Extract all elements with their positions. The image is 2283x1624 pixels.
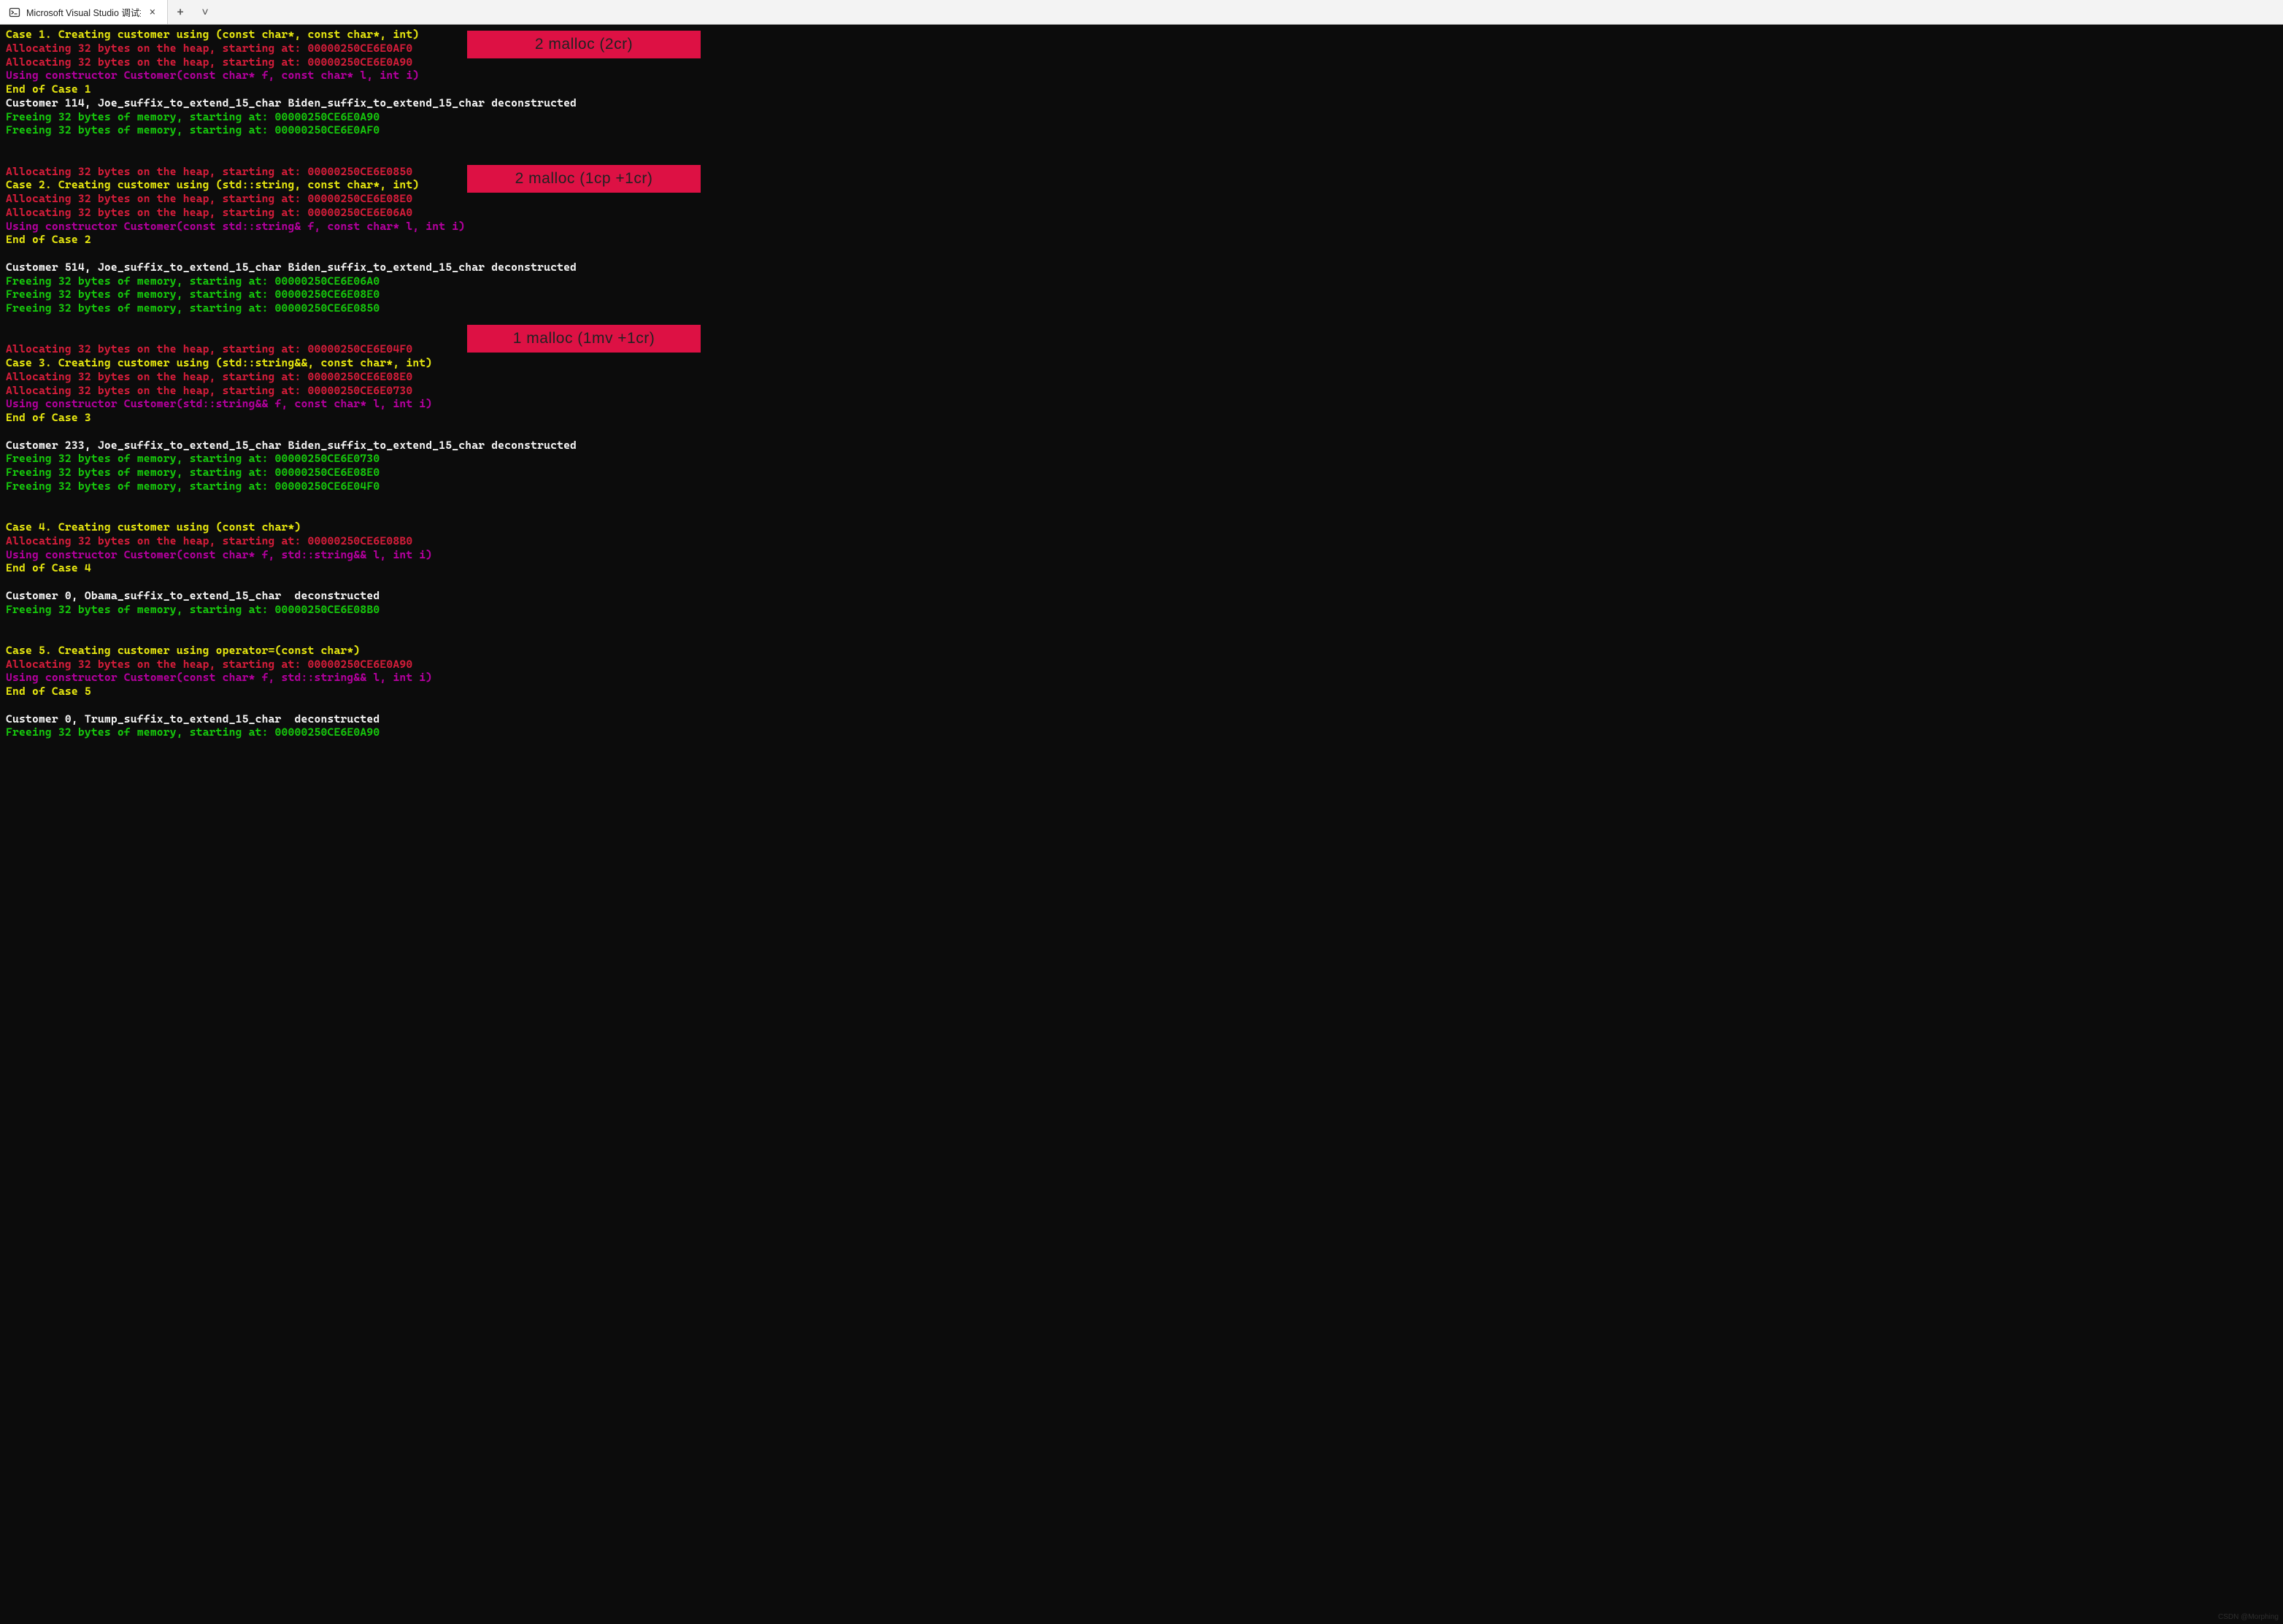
console-line: Freeing 32 bytes of memory, starting at:… bbox=[6, 452, 2277, 466]
console-line: Case 2. Creating customer using (std::st… bbox=[6, 178, 2277, 192]
console-line: Freeing 32 bytes of memory, starting at:… bbox=[6, 110, 2277, 124]
active-tab[interactable]: Microsoft Visual Studio 调试控 × bbox=[0, 0, 168, 24]
console-line bbox=[6, 493, 2277, 507]
console-line: Freeing 32 bytes of memory, starting at:… bbox=[6, 301, 2277, 315]
console-line: Freeing 32 bytes of memory, starting at:… bbox=[6, 123, 2277, 137]
console-line: Using constructor Customer(const char* f… bbox=[6, 69, 2277, 82]
console-line bbox=[6, 151, 2277, 165]
console-line: Customer 233, Joe_suffix_to_extend_15_ch… bbox=[6, 439, 2277, 453]
console-line: Allocating 32 bytes on the heap, startin… bbox=[6, 165, 2277, 179]
console-line: Freeing 32 bytes of memory, starting at:… bbox=[6, 288, 2277, 301]
console-line: End of Case 5 bbox=[6, 685, 2277, 699]
console-line: Allocating 32 bytes on the heap, startin… bbox=[6, 42, 2277, 55]
console-line bbox=[6, 329, 2277, 343]
console-line: End of Case 2 bbox=[6, 233, 2277, 247]
console-line bbox=[6, 616, 2277, 630]
console-line: Using constructor Customer(const char* f… bbox=[6, 548, 2277, 562]
console-line: Allocating 32 bytes on the heap, startin… bbox=[6, 384, 2277, 398]
console-line: Case 1. Creating customer using (const c… bbox=[6, 28, 2277, 42]
console-line: Using constructor Customer(const std::st… bbox=[6, 220, 2277, 234]
console-line: End of Case 1 bbox=[6, 82, 2277, 96]
console-line: Allocating 32 bytes on the heap, startin… bbox=[6, 658, 2277, 671]
console-line: Customer 0, Trump_suffix_to_extend_15_ch… bbox=[6, 712, 2277, 726]
console-line: Using constructor Customer(std::string&&… bbox=[6, 397, 2277, 411]
console-line bbox=[6, 575, 2277, 589]
tab-dropdown-button[interactable]: ˅ bbox=[193, 0, 217, 24]
console-line: Customer 514, Joe_suffix_to_extend_15_ch… bbox=[6, 261, 2277, 274]
titlebar: Microsoft Visual Studio 调试控 × + ˅ bbox=[0, 0, 2283, 25]
console-line: Customer 114, Joe_suffix_to_extend_15_ch… bbox=[6, 96, 2277, 110]
console-line bbox=[6, 630, 2277, 644]
watermark: CSDN @Morphing bbox=[2218, 1613, 2279, 1621]
console-line bbox=[6, 247, 2277, 261]
console-line: Customer 0, Obama_suffix_to_extend_15_ch… bbox=[6, 589, 2277, 603]
console-line: Using constructor Customer(const char* f… bbox=[6, 671, 2277, 685]
console-line: Allocating 32 bytes on the heap, startin… bbox=[6, 370, 2277, 384]
console-line: Freeing 32 bytes of memory, starting at:… bbox=[6, 603, 2277, 617]
new-tab-button[interactable]: + bbox=[168, 0, 193, 24]
console-line: Allocating 32 bytes on the heap, startin… bbox=[6, 342, 2277, 356]
terminal-icon bbox=[9, 7, 20, 18]
annotation-case2: 2 malloc (1cp +1cr) bbox=[467, 165, 701, 193]
console-lines: Case 1. Creating customer using (const c… bbox=[6, 28, 2277, 739]
console-line: Freeing 32 bytes of memory, starting at:… bbox=[6, 274, 2277, 288]
console-line bbox=[6, 507, 2277, 520]
console-line bbox=[6, 137, 2277, 151]
console-line: Freeing 32 bytes of memory, starting at:… bbox=[6, 726, 2277, 739]
console-line: Case 5. Creating customer using operator… bbox=[6, 644, 2277, 658]
console-line: Allocating 32 bytes on the heap, startin… bbox=[6, 192, 2277, 206]
console-line bbox=[6, 315, 2277, 329]
console-line: Freeing 32 bytes of memory, starting at:… bbox=[6, 480, 2277, 493]
console-line: Case 3. Creating customer using (std::st… bbox=[6, 356, 2277, 370]
console-line: Allocating 32 bytes on the heap, startin… bbox=[6, 55, 2277, 69]
tab-title: Microsoft Visual Studio 调试控 bbox=[26, 5, 141, 19]
console-line: Allocating 32 bytes on the heap, startin… bbox=[6, 534, 2277, 548]
console-line: End of Case 4 bbox=[6, 561, 2277, 575]
console-line: End of Case 3 bbox=[6, 411, 2277, 425]
console-output: 2 malloc (2cr) 2 malloc (1cp +1cr) 1 mal… bbox=[0, 25, 2283, 1624]
console-line: Case 4. Creating customer using (const c… bbox=[6, 520, 2277, 534]
close-tab-button[interactable]: × bbox=[147, 6, 158, 19]
annotation-case1: 2 malloc (2cr) bbox=[467, 31, 701, 58]
console-line bbox=[6, 425, 2277, 439]
console-line bbox=[6, 699, 2277, 712]
console-line: Freeing 32 bytes of memory, starting at:… bbox=[6, 466, 2277, 480]
annotation-case3: 1 malloc (1mv +1cr) bbox=[467, 325, 701, 353]
console-line: Allocating 32 bytes on the heap, startin… bbox=[6, 206, 2277, 220]
